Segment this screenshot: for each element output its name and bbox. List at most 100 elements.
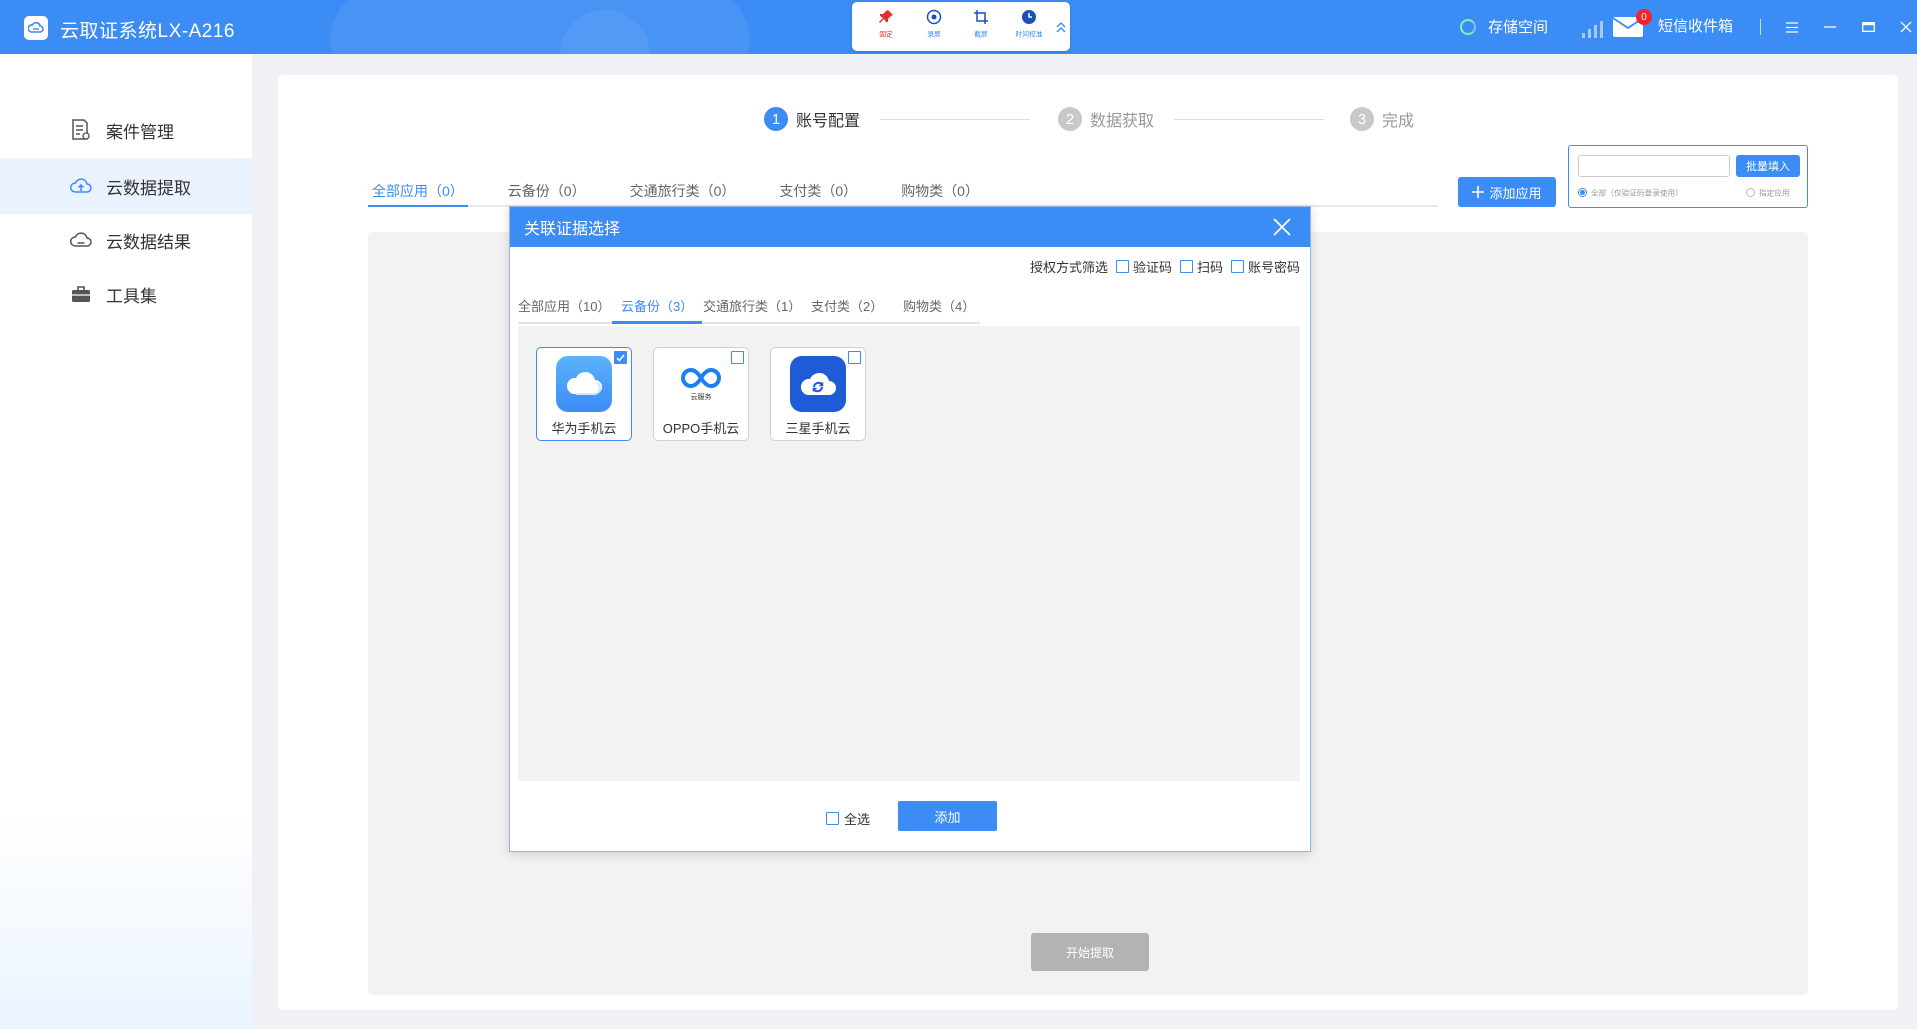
- storage-space-button[interactable]: 存储空间: [1460, 16, 1548, 37]
- filter-option-label: 验证码: [1132, 260, 1172, 275]
- batch-fill-panel: 批量填入 全部（仅验证码登录使用） 指定应用: [1568, 145, 1808, 208]
- app-grid: 华为手机云 云服务 OPPO手机云 三星手机云: [518, 326, 1300, 781]
- dialog-add-button[interactable]: 添加: [898, 801, 997, 831]
- evidence-select-dialog: 关联证据选择 授权方式筛选 验证码 扫码 账号密码 全部应用（10） 云备份（3…: [509, 206, 1311, 852]
- floating-toolbar: 固定 录屏 截屏 时间校准: [852, 2, 1070, 51]
- filter-scan-code-checkbox[interactable]: [1179, 260, 1193, 273]
- plus-icon: [1472, 186, 1485, 198]
- toolbar-screenshot-button[interactable]: 截屏: [957, 2, 1005, 51]
- crop-icon: [974, 10, 989, 24]
- check-icon: [616, 354, 625, 362]
- toolbar-record-button[interactable]: 录屏: [910, 2, 958, 51]
- title-bar-decoration: [330, 0, 750, 54]
- select-all-label: 全选: [844, 812, 871, 827]
- maximize-button[interactable]: [1849, 14, 1887, 40]
- dialog-category-tabs: 全部应用（10） 云备份（3） 交通旅行类（1） 支付类（2） 购物类（4）: [518, 291, 993, 325]
- close-window-button[interactable]: [1887, 14, 1917, 40]
- double-chevron-up-icon: [1056, 21, 1066, 32]
- app-logo-icon: [24, 16, 48, 40]
- dialog-tab-travel[interactable]: 交通旅行类（1）: [703, 291, 811, 325]
- maximize-icon: [1861, 22, 1875, 32]
- hamburger-menu-icon: [1786, 21, 1798, 33]
- radio-label: 指定应用: [1759, 188, 1790, 198]
- step-number: 3: [1350, 107, 1374, 131]
- sidebar: 案件管理 云数据提取 云数据结果 工具集: [0, 54, 252, 1029]
- app-checkbox[interactable]: [848, 351, 861, 364]
- sidebar-item-label: 案件管理: [106, 122, 174, 142]
- select-all-box[interactable]: [826, 812, 839, 825]
- dialog-tab-cloud-backup[interactable]: 云备份（3）: [621, 291, 703, 325]
- step-number: 2: [1058, 107, 1082, 131]
- filter-verification-code-checkbox[interactable]: [1115, 260, 1129, 273]
- category-tabs: 全部应用（0） 云备份（0） 交通旅行类（0） 支付类（0） 购物类（0）: [368, 175, 1019, 207]
- batch-fill-button[interactable]: 批量填入: [1736, 155, 1800, 177]
- menu-button[interactable]: [1773, 14, 1811, 40]
- dialog-tab-all-apps[interactable]: 全部应用（10）: [518, 291, 621, 325]
- close-icon[interactable]: [1272, 217, 1292, 237]
- title-bar: 云取证系统LX-A216 固定 录屏 截屏 时间校准 存储空间 0 短信收件箱: [0, 0, 1917, 54]
- tab-payment[interactable]: 支付类（0）: [775, 175, 857, 207]
- dialog-footer: 全选 添加: [510, 801, 1310, 831]
- add-app-button[interactable]: 添加应用: [1458, 177, 1556, 207]
- step-connector: [880, 119, 1030, 120]
- dialog-tabs-underline: [518, 321, 980, 324]
- sidebar-item-case-management[interactable]: 案件管理: [0, 102, 252, 158]
- tab-all-apps[interactable]: 全部应用（0）: [368, 175, 464, 207]
- dialog-tab-shopping[interactable]: 购物类（4）: [903, 291, 993, 325]
- radio-label: 全部（仅验证码登录使用）: [1591, 188, 1683, 198]
- app-checkbox[interactable]: [731, 351, 744, 364]
- toolbar-record-label: 录屏: [926, 30, 941, 39]
- radio-specified-apps[interactable]: 指定应用: [1746, 186, 1795, 199]
- toolbox-icon: [70, 283, 92, 305]
- sms-count-badge: 0: [1636, 9, 1652, 25]
- app-checkbox[interactable]: [614, 351, 627, 364]
- toolbar-pin-button[interactable]: 固定: [862, 2, 910, 51]
- sidebar-item-cloud-extraction[interactable]: 云数据提取: [0, 158, 252, 214]
- app-card-huawei[interactable]: 华为手机云: [536, 347, 632, 441]
- radio-dot: [1578, 188, 1587, 197]
- app-card-samsung[interactable]: 三星手机云: [770, 347, 866, 441]
- dialog-header: 关联证据选择: [510, 207, 1310, 247]
- signal-strength-icon: [1582, 20, 1603, 38]
- step-account-config: 1 账号配置: [764, 107, 860, 131]
- auth-filter-label: 授权方式筛选: [1029, 260, 1108, 275]
- select-all-checkbox[interactable]: 全选: [826, 809, 870, 828]
- tab-shopping[interactable]: 购物类（0）: [897, 175, 979, 207]
- toolbar-pin-label: 固定: [879, 30, 893, 39]
- clock-icon: [1021, 10, 1036, 24]
- cloud-result-icon: [70, 229, 92, 251]
- samsung-cloud-icon: [790, 356, 846, 412]
- dialog-active-tab-indicator: [612, 321, 702, 324]
- sidebar-item-toolset[interactable]: 工具集: [0, 266, 252, 322]
- tab-travel[interactable]: 交通旅行类（0）: [626, 175, 736, 207]
- step-complete: 3 完成: [1350, 107, 1414, 131]
- tab-cloud-backup[interactable]: 云备份（0）: [504, 175, 586, 207]
- toolbar-time-calibrate-button[interactable]: 时间校准: [1005, 2, 1053, 51]
- app-title: 云取证系统LX-A216: [60, 21, 235, 42]
- sms-inbox-button[interactable]: 0 短信收件箱: [1612, 9, 1734, 38]
- filter-password-checkbox[interactable]: [1230, 260, 1244, 273]
- filter-option-label: 账号密码: [1247, 260, 1300, 275]
- add-app-label: 添加应用: [1489, 185, 1542, 201]
- sidebar-item-cloud-results[interactable]: 云数据结果: [0, 212, 252, 268]
- start-extraction-button[interactable]: 开始提取: [1031, 933, 1149, 971]
- sms-inbox-label: 短信收件箱: [1658, 17, 1734, 35]
- app-card-oppo[interactable]: 云服务 OPPO手机云: [653, 347, 749, 441]
- dialog-tab-payment[interactable]: 支付类（2）: [811, 291, 903, 325]
- oppo-cloud-icon: 云服务: [673, 356, 729, 412]
- batch-fill-input[interactable]: [1578, 155, 1730, 177]
- huawei-cloud-icon: [556, 356, 612, 412]
- storage-label: 存储空间: [1488, 19, 1549, 36]
- auth-filter-row: 授权方式筛选 验证码 扫码 账号密码: [1030, 257, 1300, 276]
- case-document-icon: [70, 119, 92, 141]
- dialog-title: 关联证据选择: [524, 221, 621, 238]
- app-name: OPPO手机云: [662, 421, 740, 436]
- radio-dot: [1746, 188, 1755, 197]
- cloud-upload-icon: [70, 175, 92, 197]
- toolbar-collapse-button[interactable]: [1053, 2, 1070, 51]
- minimize-button[interactable]: [1811, 14, 1849, 40]
- close-icon: [1900, 21, 1912, 33]
- sidebar-item-label: 云数据提取: [106, 178, 191, 198]
- sidebar-item-label: 云数据结果: [106, 232, 191, 252]
- radio-all-apps[interactable]: 全部（仅验证码登录使用）: [1578, 186, 1699, 199]
